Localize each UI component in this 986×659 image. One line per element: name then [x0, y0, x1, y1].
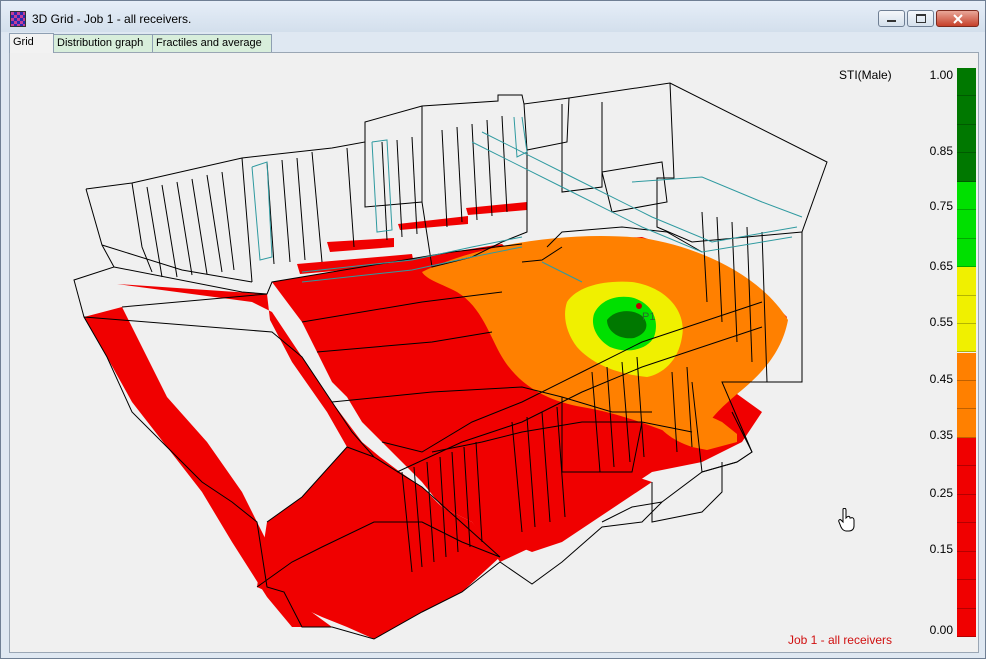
close-icon: [952, 13, 963, 24]
app-icon[interactable]: [10, 11, 26, 27]
legend-color-step: [957, 324, 976, 353]
maximize-button[interactable]: [907, 10, 934, 27]
grid-panel: P1 STI(Male) 1.00 0.85 0.75 0.65 0.55 0.…: [9, 52, 979, 653]
legend-color-step: [957, 210, 976, 239]
legend-color-step: [957, 494, 976, 524]
legend-color-step: [957, 267, 976, 296]
legend-color-step: [957, 295, 976, 325]
tab-distribution-graph[interactable]: Distribution graph: [53, 34, 153, 52]
window-title: 3D Grid - Job 1 - all receivers.: [32, 12, 192, 26]
title-bar[interactable]: 3D Grid - Job 1 - all receivers.: [1, 1, 985, 32]
legend-color-step: [957, 352, 976, 381]
legend-color-step: [957, 523, 976, 552]
maximize-icon: [915, 14, 926, 23]
3d-grid-viewport[interactable]: P1: [10, 53, 978, 652]
minimize-icon: [887, 20, 896, 22]
receiver-p1-marker[interactable]: [636, 303, 642, 309]
tab-fractiles-label: Fractiles and average: [156, 37, 262, 49]
legend-color-step: [957, 437, 976, 467]
app-window: 3D Grid - Job 1 - all receivers. Grid Di…: [0, 0, 986, 659]
legend-tick-label: 0.65: [929, 259, 953, 273]
legend-tick-label: 1.00: [929, 68, 953, 82]
tab-distribution-graph-label: Distribution graph: [57, 37, 144, 49]
job-label: Job 1 - all receivers: [787, 633, 892, 647]
tab-grid-label: Grid: [13, 36, 34, 48]
legend-title: STI(Male): [839, 68, 892, 82]
legend-color-step: [957, 580, 976, 609]
minimize-button[interactable]: [878, 10, 905, 27]
legend-tick-label: 0.25: [929, 486, 953, 500]
tab-grid[interactable]: Grid: [9, 33, 54, 53]
tab-fractiles-and-average[interactable]: Fractiles and average: [152, 34, 272, 52]
legend-color-step: [957, 409, 976, 438]
legend-color-step: [957, 608, 976, 637]
legend-color-step: [957, 68, 976, 97]
legend-color-step: [957, 153, 976, 182]
legend-tick-label: 0.45: [929, 372, 953, 386]
legend-tick-label: 0.75: [929, 199, 953, 213]
legend-color-step: [957, 96, 976, 125]
legend-color-step: [957, 466, 976, 495]
legend-color-step: [957, 181, 976, 211]
legend-color-step: [957, 124, 976, 154]
legend-tick-label: 0.85: [929, 144, 953, 158]
legend-color-step: [957, 238, 976, 268]
hand-cursor-icon: [838, 508, 855, 532]
legend-color-step: [957, 380, 976, 410]
legend-tick-label: 0.15: [929, 542, 953, 556]
legend-tick-label: 0.55: [929, 315, 953, 329]
legend-color-step: [957, 551, 976, 581]
close-button[interactable]: [936, 10, 979, 27]
receiver-p1-label: P1: [642, 311, 655, 323]
legend-tick-label: 0.00: [929, 623, 953, 637]
legend-tick-label: 0.35: [929, 428, 953, 442]
